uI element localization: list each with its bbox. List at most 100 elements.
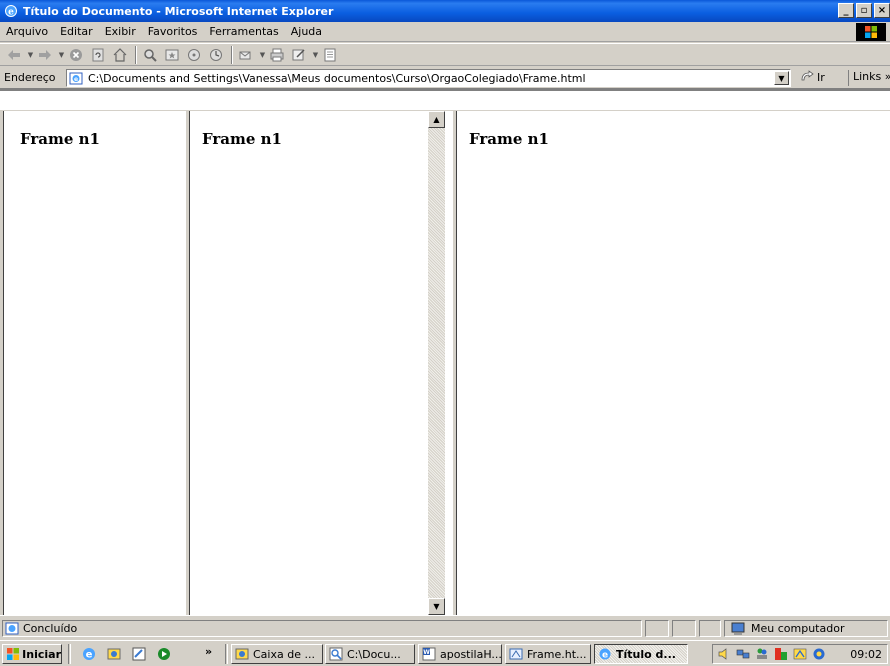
task-button-active[interactable]: e Título d... xyxy=(594,644,688,664)
status-panel: Concluído xyxy=(2,620,642,637)
ie-icon: e xyxy=(597,647,613,661)
taskbar: Iniciar e » Caixa de ... C:\Docu... W ap… xyxy=(0,640,890,666)
chevron-down-icon[interactable]: ▼ xyxy=(258,45,267,64)
print-icon[interactable] xyxy=(267,45,287,64)
frame-2-margin xyxy=(445,111,452,615)
address-url[interactable]: C:\Documents and Settings\Vanessa\Meus d… xyxy=(88,72,768,85)
frame-1: Frame n1 xyxy=(4,111,185,615)
svg-text:e: e xyxy=(602,651,608,661)
go-label: Ir xyxy=(817,71,825,84)
chevron-down-icon[interactable]: ▼ xyxy=(26,45,35,64)
home-icon[interactable] xyxy=(110,45,130,64)
media-quicklaunch-icon[interactable] xyxy=(155,645,173,663)
address-input[interactable]: e C:\Documents and Settings\Vanessa\Meus… xyxy=(66,69,791,87)
task-button[interactable]: W apostilaH... xyxy=(418,644,502,664)
standard-toolbar: ▼ ▼ ▼ ▼ xyxy=(0,43,890,66)
frame-3: Frame n1 xyxy=(457,111,890,615)
taskbar-divider xyxy=(68,644,71,664)
chevron-down-icon[interactable]: ▼ xyxy=(57,45,66,64)
search-icon[interactable] xyxy=(140,45,160,64)
status-bar: Concluído Meu computador xyxy=(0,615,890,639)
computer-icon xyxy=(729,622,747,636)
task-button[interactable]: Frame.ht... xyxy=(505,644,591,664)
task-button[interactable]: Caixa de ... xyxy=(231,644,323,664)
back-icon[interactable] xyxy=(4,45,24,64)
task-label: Título d... xyxy=(616,647,676,661)
status-cell xyxy=(699,620,721,637)
refresh-icon[interactable] xyxy=(88,45,108,64)
chevron-down-icon[interactable]: ▼ xyxy=(311,45,320,64)
ie-icon: e xyxy=(3,3,19,19)
frame-heading: Frame n1 xyxy=(469,130,549,148)
go-button[interactable]: Ir xyxy=(800,70,825,85)
start-label: Iniciar xyxy=(22,647,61,661)
quicklaunch-overflow[interactable]: » xyxy=(205,645,212,658)
desktop-quicklaunch-icon[interactable] xyxy=(130,645,148,663)
status-cell xyxy=(645,620,669,637)
menu-arquivo[interactable]: Arquivo xyxy=(0,25,54,38)
network-icon[interactable] xyxy=(735,646,751,662)
windows-flag-icon xyxy=(6,647,20,661)
zone-label: Meu computador xyxy=(751,622,845,635)
svg-text:e: e xyxy=(8,8,14,18)
taskbar-divider xyxy=(225,644,228,664)
status-text: Concluído xyxy=(23,622,78,635)
links-button[interactable]: Links » xyxy=(848,70,890,86)
forward-icon[interactable] xyxy=(35,45,55,64)
vertical-scrollbar[interactable]: ▲ ▼ xyxy=(428,111,445,615)
close-button[interactable]: × xyxy=(874,3,890,18)
discuss-icon[interactable] xyxy=(320,45,340,64)
windows-logo-icon xyxy=(856,23,886,41)
ie-quicklaunch-icon[interactable]: e xyxy=(80,645,98,663)
task-label: C:\Docu... xyxy=(347,647,401,661)
word-icon: W xyxy=(421,647,437,661)
messenger-icon[interactable] xyxy=(792,646,808,662)
edit-icon[interactable] xyxy=(289,45,309,64)
page-icon: e xyxy=(68,71,84,85)
frame-heading: Frame n1 xyxy=(202,130,282,148)
app-tray-icon[interactable] xyxy=(773,646,789,662)
scroll-up-arrow-icon[interactable]: ▲ xyxy=(428,111,445,128)
task-label: Frame.ht... xyxy=(527,647,587,661)
menu-favoritos[interactable]: Favoritos xyxy=(142,25,204,38)
scroll-down-arrow-icon[interactable]: ▼ xyxy=(428,598,445,615)
clock[interactable]: 09:02 xyxy=(850,648,882,661)
window-title: Título do Documento - Microsoft Internet… xyxy=(23,4,334,18)
svg-text:e: e xyxy=(86,650,93,661)
menu-bar: Arquivo Editar Exibir Favoritos Ferramen… xyxy=(0,22,890,42)
outlook-quicklaunch-icon[interactable] xyxy=(105,645,123,663)
volume-icon[interactable] xyxy=(716,646,732,662)
menu-exibir[interactable]: Exibir xyxy=(99,25,142,38)
menu-ajuda[interactable]: Ajuda xyxy=(285,25,328,38)
task-button[interactable]: C:\Docu... xyxy=(325,644,415,664)
security-zone: Meu computador xyxy=(724,620,888,637)
address-label: Endereço xyxy=(4,71,56,84)
task-label: apostilaH... xyxy=(440,647,502,661)
media-icon[interactable] xyxy=(184,45,204,64)
stop-icon[interactable] xyxy=(66,45,86,64)
toolbar-divider xyxy=(135,45,137,64)
svg-text:W: W xyxy=(423,649,430,656)
chevron-down-icon[interactable]: ▼ xyxy=(774,71,789,85)
users-icon[interactable] xyxy=(754,646,770,662)
menu-ferramentas[interactable]: Ferramentas xyxy=(203,25,284,38)
mail-icon[interactable] xyxy=(236,45,256,64)
maximize-button[interactable]: ▫ xyxy=(856,3,872,18)
status-cell xyxy=(672,620,696,637)
start-button[interactable]: Iniciar xyxy=(2,644,62,664)
title-bar[interactable]: e Título do Documento - Microsoft Intern… xyxy=(0,0,890,22)
frame-2: Frame n1 xyxy=(190,111,428,615)
frontpage-icon xyxy=(508,647,524,661)
outlook-icon xyxy=(234,647,250,661)
system-tray: 09:02 xyxy=(712,644,888,664)
minimize-button[interactable]: _ xyxy=(838,3,854,18)
frame-heading: Frame n1 xyxy=(20,130,100,148)
menu-editar[interactable]: Editar xyxy=(54,25,99,38)
page-done-icon xyxy=(4,622,20,636)
history-icon[interactable] xyxy=(206,45,226,64)
svg-text:e: e xyxy=(74,76,78,83)
content-top-edge xyxy=(0,89,890,110)
favorites-icon[interactable] xyxy=(162,45,182,64)
folder-search-icon xyxy=(328,647,344,661)
update-icon[interactable] xyxy=(811,646,827,662)
